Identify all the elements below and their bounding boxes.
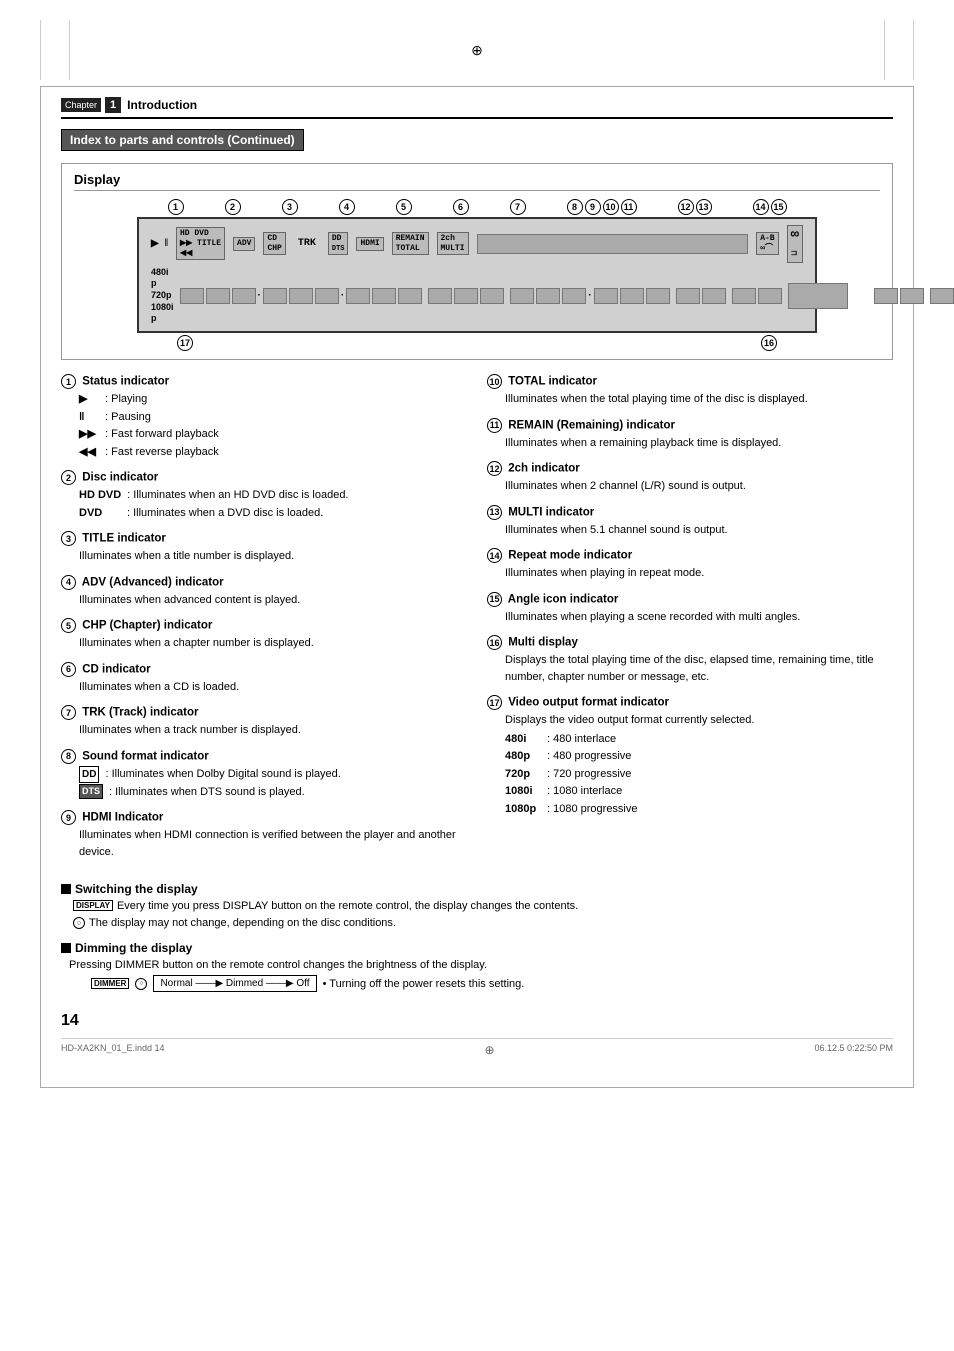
indicator-trk: 7 TRK (Track) indicator Illuminates when… [61, 705, 467, 739]
indicators-left: 1 Status indicator ▶ : Playing ‖ : Pausi… [61, 374, 467, 870]
circle-nums-bottom: 17 16 [137, 335, 817, 351]
dimmer-note: • Turning off the power resets this sett… [323, 978, 525, 990]
indicator-disc: 2 Disc indicator HD DVD : Illuminates wh… [61, 470, 467, 521]
footer-right: 06.12.5 0:22:50 PM [814, 1043, 893, 1057]
chapter-title: Introduction [127, 98, 197, 112]
switching-display-notes: DISPLAY Every time you press DISPLAY but… [61, 900, 893, 931]
display-section: Display 1 2 3 4 5 6 7 8 9 10 11 12 13 14… [61, 163, 893, 360]
indicator-chp: 5 CHP (Chapter) indicator Illuminates wh… [61, 618, 467, 652]
indicator-status: 1 Status indicator ▶ : Playing ‖ : Pausi… [61, 374, 467, 460]
indicator-angle: 15 Angle icon indicator Illuminates when… [487, 592, 893, 626]
indicators-right: 10 TOTAL indicator Illuminates when the … [487, 374, 893, 870]
dimmer-icon: DIMMER [91, 978, 129, 989]
section-title: Index to parts and controls (Continued) [61, 129, 304, 151]
dimmer-flow-row: DIMMER ○ Normal ——▶ Dimmed ——▶ Off • Tur… [61, 975, 893, 992]
panel-label-row: ▶ ‖ HD DVD▶▶ TITLE◀◀ ADV CDCHP TRK DDDTS… [151, 225, 803, 263]
black-square-icon [61, 884, 71, 894]
page-number: 14 [61, 1012, 893, 1030]
footer: HD-XA2KN_01_E.indd 14 ⊕ 06.12.5 0:22:50 … [61, 1038, 893, 1057]
chapter-number: 1 [105, 97, 121, 113]
circle-nums-top: 1 2 3 4 5 6 7 8 9 10 11 12 13 14 15 [137, 199, 817, 215]
indicator-hdmi: 9 HDMI Indicator Illuminates when HDMI c… [61, 810, 467, 860]
indicator-remain: 11 REMAIN (Remaining) indicator Illumina… [487, 418, 893, 452]
indicator-adv: 4 ADV (Advanced) indicator Illuminates w… [61, 575, 467, 609]
indicator-video-output: 17 Video output format indicator Display… [487, 695, 893, 817]
switching-display-heading: Switching the display [61, 882, 893, 896]
dimmer-circle-icon: ○ [135, 978, 147, 990]
indicator-sound: 8 Sound format indicator DD : Illuminate… [61, 749, 467, 801]
indicator-total: 10 TOTAL indicator Illuminates when the … [487, 374, 893, 408]
display-panel: ▶ ‖ HD DVD▶▶ TITLE◀◀ ADV CDCHP TRK DDDTS… [137, 217, 817, 333]
indicator-multi: 13 MULTI indicator Illuminates when 5.1 … [487, 505, 893, 539]
panel-digit-row: 480i p 720p 1080i p · · [151, 267, 803, 325]
indicator-title: 3 TITLE indicator Illuminates when a tit… [61, 531, 467, 565]
switching-display-section: Switching the display DISPLAY Every time… [61, 882, 893, 931]
indicator-repeat: 14 Repeat mode indicator Illuminates whe… [487, 548, 893, 582]
dimming-display-heading: Dimming the display [61, 941, 893, 955]
chapter-header: Chapter 1 Introduction [61, 97, 893, 119]
dimming-display-section: Dimming the display Pressing DIMMER butt… [61, 941, 893, 992]
display-title: Display [74, 172, 880, 191]
indicator-2ch: 12 2ch indicator Illuminates when 2 chan… [487, 461, 893, 495]
circle-note-icon: ○ [73, 917, 85, 929]
footer-left: HD-XA2KN_01_E.indd 14 [61, 1043, 165, 1057]
dimmer-flow-box: Normal ——▶ Dimmed ——▶ Off [153, 975, 316, 992]
indicator-multidisplay: 16 Multi display Displays the total play… [487, 635, 893, 685]
indicators-section: 1 Status indicator ▶ : Playing ‖ : Pausi… [61, 374, 893, 870]
chapter-label: Chapter [61, 98, 101, 112]
display-icon: DISPLAY [73, 900, 113, 911]
dimming-desc: Pressing DIMMER button on the remote con… [61, 959, 893, 971]
indicator-cd: 6 CD indicator Illuminates when a CD is … [61, 662, 467, 696]
section-title-bar: Index to parts and controls (Continued) [61, 129, 893, 163]
black-square-icon-2 [61, 943, 71, 953]
